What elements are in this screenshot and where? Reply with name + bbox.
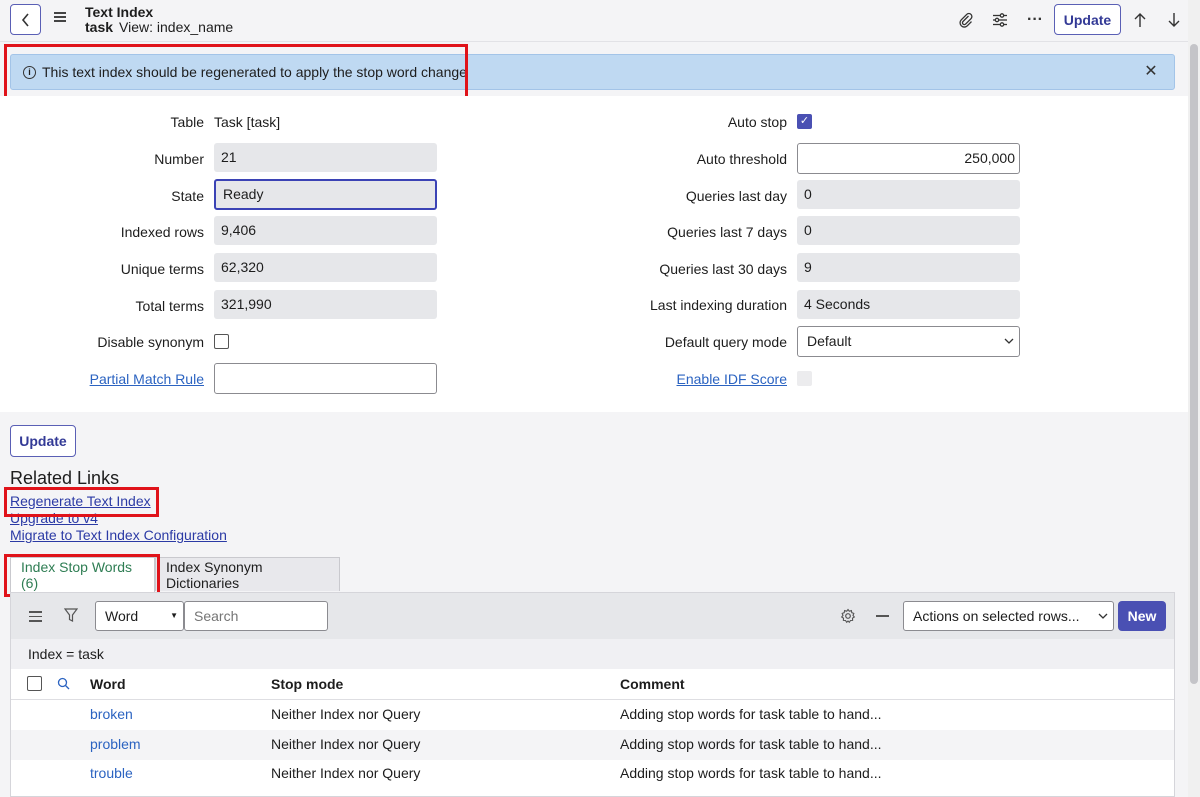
regenerate-text-index-link[interactable]: Regenerate Text Index xyxy=(10,493,151,509)
enable-idf-score-checkbox xyxy=(797,371,812,386)
stop-mode-cell: Neither Index nor Query xyxy=(271,706,421,722)
search-field-select[interactable]: Word ▼ xyxy=(95,601,184,631)
actions-select[interactable]: Actions on selected rows... xyxy=(903,601,1114,631)
form-title: Text Index xyxy=(85,4,154,20)
settings-sliders-icon[interactable] xyxy=(990,10,1010,30)
chevron-down-icon xyxy=(1004,338,1014,344)
default-query-mode-value: Default xyxy=(807,333,852,349)
tab-index-synonym-dictionaries[interactable]: Index Synonym Dictionaries xyxy=(155,557,340,591)
queries-last-7-days-field: 0 xyxy=(797,216,1020,245)
queries-last-day-field: 0 xyxy=(797,180,1020,209)
default-query-mode-select[interactable]: Default xyxy=(797,326,1020,357)
table-row[interactable]: problem Neither Index nor Query Adding s… xyxy=(11,730,1174,760)
column-header-comment[interactable]: Comment xyxy=(620,676,685,692)
auto-threshold-input[interactable]: 250,000 xyxy=(797,143,1020,174)
search-input[interactable] xyxy=(184,601,328,631)
label-queries-last-7-days: Queries last 7 days xyxy=(667,224,787,240)
label-state: State xyxy=(171,188,204,204)
table-row[interactable]: broken Neither Index nor Query Adding st… xyxy=(11,700,1174,730)
tab-index-stop-words[interactable]: Index Stop Words (6) xyxy=(10,557,155,592)
stop-mode-cell: Neither Index nor Query xyxy=(271,765,421,781)
word-link[interactable]: problem xyxy=(90,730,141,760)
label-queries-last-day: Queries last day xyxy=(685,188,787,204)
column-header-row: Word Stop mode Comment xyxy=(11,669,1174,700)
banner-message: This text index should be regenerated to… xyxy=(42,64,467,80)
search-icon[interactable] xyxy=(57,677,70,690)
enable-idf-score-link[interactable]: Enable IDF Score xyxy=(560,371,788,387)
header-update-button[interactable]: Update xyxy=(1054,4,1121,35)
paperclip-icon[interactable] xyxy=(956,10,976,30)
close-icon[interactable]: ✕ xyxy=(1142,63,1160,81)
label-number: Number xyxy=(154,151,204,167)
page-scrollbar[interactable] xyxy=(1188,0,1200,797)
auto-stop-checkbox[interactable]: ✓ xyxy=(797,114,812,129)
label-default-query-mode: Default query mode xyxy=(664,334,787,350)
list-toolbar: Word ▼ Actions on selected rows... New xyxy=(11,593,1174,639)
context-menu-icon[interactable] xyxy=(54,12,66,24)
column-header-word[interactable]: Word xyxy=(90,676,126,692)
migrate-configuration-link[interactable]: Migrate to Text Index Configuration xyxy=(10,527,227,543)
arrow-down-icon[interactable] xyxy=(1164,10,1184,30)
chevron-down-icon xyxy=(1098,613,1108,619)
label-auto-threshold: Auto threshold xyxy=(696,151,787,167)
partial-match-rule-link[interactable]: Partial Match Rule xyxy=(0,371,204,387)
number-field: 21 xyxy=(214,143,437,172)
label-unique-terms: Unique terms xyxy=(120,261,204,277)
column-header-stop-mode[interactable]: Stop mode xyxy=(271,676,343,692)
table-name: task xyxy=(85,19,114,35)
scrollbar-thumb[interactable] xyxy=(1190,44,1198,684)
back-button[interactable] xyxy=(10,4,41,35)
more-options-icon[interactable]: ··· xyxy=(1025,10,1045,30)
value-table: Task [task] xyxy=(214,114,281,130)
stop-mode-cell: Neither Index nor Query xyxy=(271,736,421,752)
table-row[interactable]: trouble Neither Index nor Query Adding s… xyxy=(11,759,1174,789)
filter-breadcrumb[interactable]: Index = task xyxy=(11,639,1174,669)
search-field-value: Word xyxy=(105,608,139,624)
label-last-indexing-duration: Last indexing duration xyxy=(650,297,787,313)
new-button[interactable]: New xyxy=(1118,601,1166,631)
stop-words-list: Word ▼ Actions on selected rows... New I… xyxy=(10,592,1175,797)
select-all-checkbox[interactable] xyxy=(27,676,42,691)
word-link[interactable]: trouble xyxy=(90,759,133,789)
label-auto-stop: Auto stop xyxy=(727,114,787,130)
total-terms-field: 321,990 xyxy=(214,290,437,319)
label-total-terms: Total terms xyxy=(135,298,204,314)
view-label: View: index_name xyxy=(119,19,234,35)
label-queries-last-30-days: Queries last 30 days xyxy=(659,261,787,277)
label-disable-synonym: Disable synonym xyxy=(97,334,204,350)
collapse-icon[interactable] xyxy=(876,615,889,617)
partial-match-rule-field[interactable] xyxy=(214,363,437,394)
indexed-rows-field: 9,406 xyxy=(214,216,437,245)
last-indexing-duration-field: 4 Seconds xyxy=(797,290,1020,319)
upgrade-to-v4-link[interactable]: Upgrade to v4 xyxy=(10,510,98,526)
label-indexed-rows: Indexed rows xyxy=(120,224,204,240)
filter-icon[interactable] xyxy=(64,608,78,623)
comment-cell: Adding stop words for task table to hand… xyxy=(620,765,882,781)
info-icon: i xyxy=(23,65,36,79)
comment-cell: Adding stop words for task table to hand… xyxy=(620,706,882,722)
form-header: Text Index task View: index_name ··· Upda… xyxy=(0,0,1188,42)
label-table: Table xyxy=(170,114,204,130)
queries-last-30-days-field: 9 xyxy=(797,253,1020,282)
list-menu-icon[interactable] xyxy=(29,611,42,622)
caret-down-icon: ▼ xyxy=(170,611,178,620)
page-title: Text Index task View: index_name xyxy=(85,5,233,35)
info-banner: i This text index should be regenerated … xyxy=(10,54,1175,90)
chevron-left-icon xyxy=(21,12,29,27)
related-links-title: Related Links xyxy=(10,468,120,488)
comment-cell: Adding stop words for task table to hand… xyxy=(620,736,882,752)
state-select[interactable]: Ready xyxy=(214,179,437,210)
arrow-up-icon[interactable] xyxy=(1130,10,1150,30)
unique-terms-field: 62,320 xyxy=(214,253,437,282)
actions-select-value: Actions on selected rows... xyxy=(913,608,1080,624)
disable-synonym-checkbox[interactable] xyxy=(214,334,229,349)
word-link[interactable]: broken xyxy=(90,700,133,730)
gear-icon[interactable] xyxy=(840,608,856,624)
update-button[interactable]: Update xyxy=(10,425,76,457)
